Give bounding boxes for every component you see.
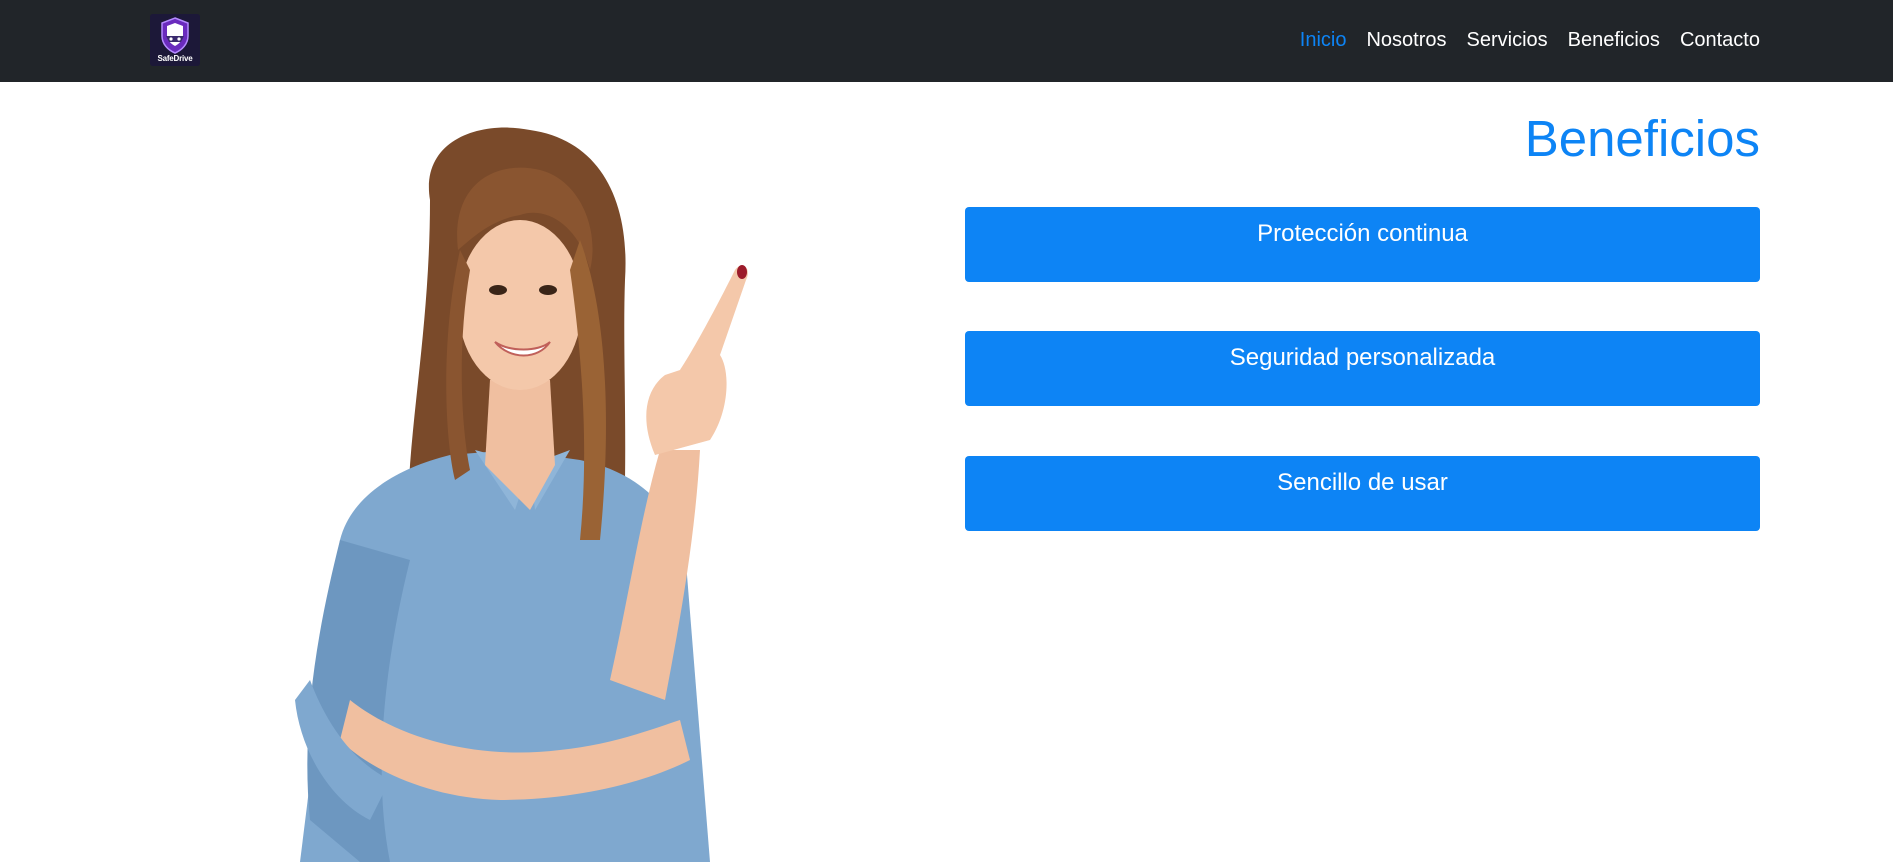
nav-link-servicios[interactable]: Servicios (1467, 28, 1548, 52)
safedrive-logo[interactable]: SafeDrive (150, 14, 200, 66)
nav-link-beneficios[interactable]: Beneficios (1568, 28, 1660, 52)
navbar: SafeDrive Inicio Nosotros Servicios Bene… (0, 0, 1893, 82)
benefits-title: Beneficios (1524, 110, 1760, 167)
benefit-seguridad-personalizada[interactable]: Seguridad personalizada (965, 331, 1760, 406)
nav-link-contacto[interactable]: Contacto (1680, 28, 1760, 52)
logo-text: SafeDrive (157, 54, 193, 63)
hero-woman-pointing-image (280, 120, 800, 862)
benefit-proteccion-continua[interactable]: Protección continua (965, 207, 1760, 282)
benefit-sencillo-de-usar[interactable]: Sencillo de usar (965, 456, 1760, 531)
nav-links: Inicio Nosotros Servicios Beneficios Con… (1280, 28, 1760, 52)
nav-link-inicio[interactable]: Inicio (1300, 28, 1347, 52)
nav-link-nosotros[interactable]: Nosotros (1366, 28, 1446, 52)
